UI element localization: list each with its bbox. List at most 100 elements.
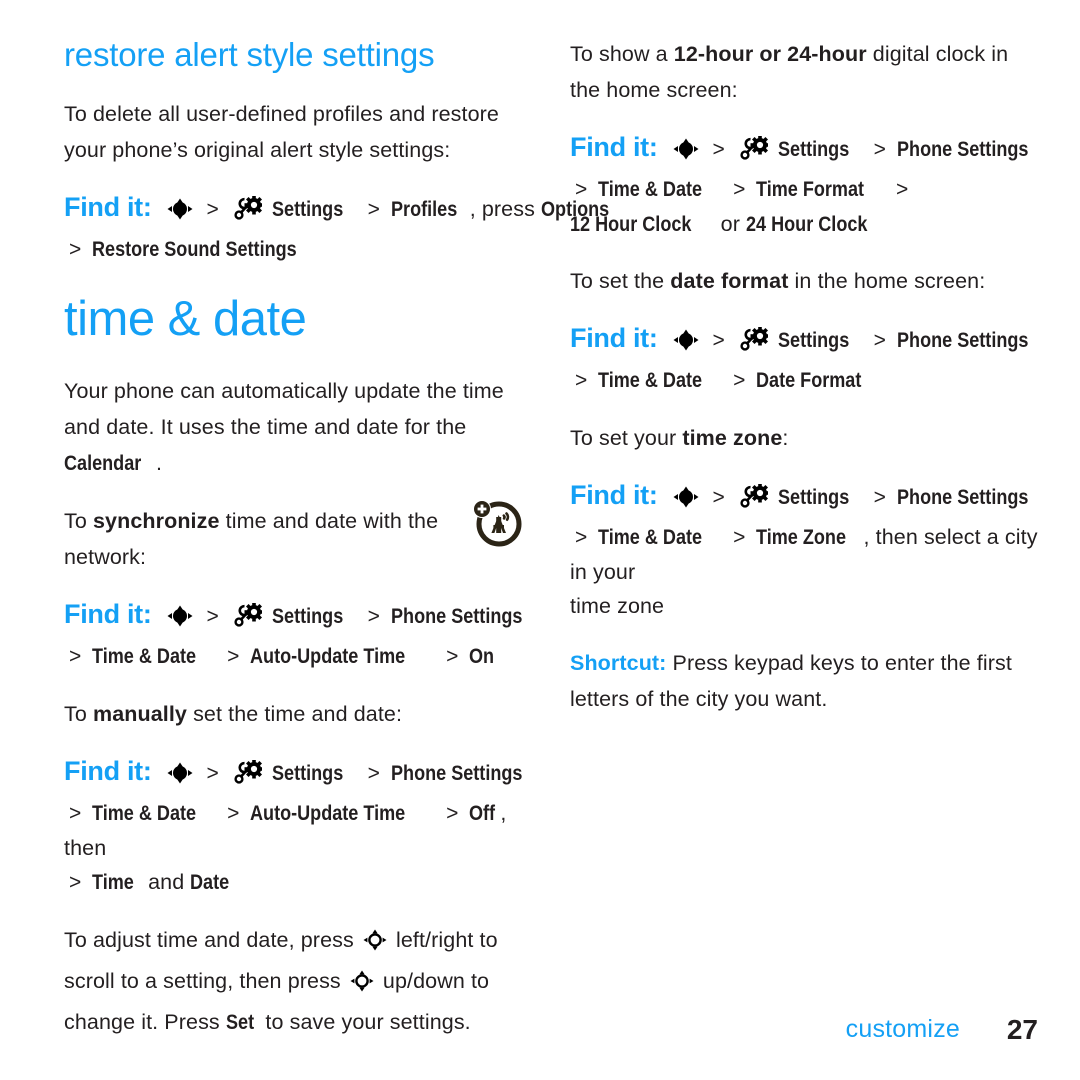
date-fmt-after: in the home screen:	[788, 269, 986, 293]
menu-date-format: Date Format	[756, 368, 862, 392]
menu-profiles: Profiles	[390, 196, 458, 221]
find-it-line-2: > Time & Date > Time Format > 12 Hour Cl…	[570, 172, 1040, 241]
clock-line-2: the home screen:	[570, 78, 738, 102]
find-it-block-auto-update-off: Find it: > Settings > Phone Settings > T…	[64, 754, 522, 900]
separator-3: >	[69, 644, 82, 668]
menu-12-hour-clock: 12 Hour Clock	[570, 212, 692, 236]
separator-4: >	[733, 369, 746, 392]
right-column: To show a 12-hour or 24-hour digital clo…	[570, 36, 1040, 739]
nav-key-icon	[166, 604, 194, 638]
time-zone-continuation: time zone	[570, 594, 665, 618]
separator-3: >	[69, 801, 82, 825]
menu-phone-settings: Phone Settings	[390, 603, 523, 628]
auto-update-paragraph: Your phone can automatically update the …	[64, 373, 514, 481]
find-it-line-2: > Time & Date > Auto-Update Time > Off, …	[64, 796, 514, 865]
menu-on: On	[469, 643, 495, 668]
auto-update-line-2: and date. It uses the time and date for …	[64, 414, 467, 439]
intro-paragraph: To delete all user-defined profiles and …	[64, 96, 514, 168]
press-text: , press	[469, 196, 542, 221]
menu-settings: Settings	[271, 760, 344, 785]
find-it-line-3: time zone	[570, 589, 1040, 623]
menu-phone-settings: Phone Settings	[896, 328, 1029, 352]
sync-line-2: network:	[64, 544, 147, 569]
find-it-label: Find it:	[570, 132, 658, 162]
manually-after: set the time and date:	[187, 701, 403, 726]
manually-paragraph: To manually set the time and date:	[64, 696, 514, 732]
time-zone-paragraph: To set your time zone:	[570, 420, 1040, 456]
footer-chapter-name: customize	[845, 1015, 960, 1043]
find-it-line-2: > Time & Date > Auto-Update Time > On	[64, 639, 514, 674]
intro-line-2: your phone’s original alert style settin…	[64, 137, 451, 162]
separator-3: >	[575, 178, 588, 201]
settings-wrench-gear-icon	[738, 483, 770, 520]
tz-after: :	[782, 426, 789, 450]
menu-calendar: Calendar	[64, 450, 142, 475]
chapter-heading: time & date	[64, 291, 307, 346]
menu-time: Time	[92, 869, 135, 894]
separator-1: >	[712, 138, 725, 161]
auto-update-line-1: Your phone can automatically update the …	[64, 378, 504, 403]
menu-24-hour-clock: 24 Hour Clock	[746, 212, 868, 236]
clock-format-paragraph: To show a 12-hour or 24-hour digital clo…	[570, 36, 1040, 108]
separator-4: >	[227, 644, 240, 668]
separator-5: >	[895, 178, 909, 201]
nav-key-icon	[672, 485, 700, 519]
nav-key-icon	[672, 137, 700, 171]
menu-time-format: Time Format	[756, 177, 865, 201]
settings-wrench-gear-icon	[738, 326, 770, 363]
separator-5: >	[446, 801, 459, 825]
menu-date: Date	[190, 869, 230, 894]
find-it-line-2: > Time & Date > Date Format	[570, 363, 1040, 398]
separator-1: >	[712, 329, 725, 352]
menu-time-and-date: Time & Date	[598, 177, 703, 201]
footer-page-number: 27	[1006, 1014, 1038, 1045]
menu-time-and-date: Time & Date	[92, 643, 197, 668]
date-fmt-bold: date format	[670, 269, 789, 293]
find-it-line-1: Find it: >	[570, 321, 1040, 363]
nav-key-outline-icon	[349, 968, 375, 1004]
and-text: and	[142, 869, 191, 894]
find-it-line-1: Find it: >	[64, 597, 522, 639]
find-it-block-time-zone: Find it: > Settings > Phone Settings > T…	[570, 478, 1040, 623]
nav-key-icon	[166, 197, 194, 231]
menu-auto-update-time: Auto-Update Time	[250, 643, 406, 668]
settings-wrench-gear-icon	[232, 759, 264, 796]
menu-settings: Settings	[777, 328, 850, 352]
menu-settings: Settings	[777, 485, 850, 509]
menu-restore-sound-settings: Restore Sound Settings	[92, 236, 297, 261]
manually-bold: manually	[92, 701, 187, 726]
shortcut-text-2: letters of the city you want.	[570, 687, 828, 711]
sync-after: time and date with the	[219, 508, 439, 533]
separator-5: >	[446, 644, 459, 668]
separator-1: >	[206, 761, 219, 785]
find-it-label: Find it:	[570, 323, 658, 353]
find-it-block-date-format: Find it: > Settings > Phone Settings > T…	[570, 321, 1040, 398]
synchronize-paragraph: To synchronize time and date with the ne…	[64, 503, 514, 575]
separator-6: >	[69, 870, 82, 894]
separator-2: >	[367, 197, 380, 221]
calendar-period: .	[156, 450, 163, 475]
separator-2: >	[367, 761, 380, 785]
clock-bold: 12-hour or 24-hour	[673, 42, 867, 66]
menu-phone-settings: Phone Settings	[390, 760, 523, 785]
separator-1: >	[712, 486, 725, 509]
manual-page: restore alert style settings To delete a…	[0, 0, 1080, 1080]
find-it-block-time-format: Find it: > Settings > Phone Settings > T…	[570, 130, 1040, 241]
date-format-paragraph: To set the date format in the home scree…	[570, 263, 1040, 299]
menu-time-zone: Time Zone	[756, 525, 847, 549]
menu-time-and-date: Time & Date	[598, 368, 703, 392]
find-it-label: Find it:	[64, 598, 152, 629]
manually-before: To	[64, 701, 93, 726]
find-it-label: Find it:	[64, 755, 152, 786]
separator-3: >	[575, 369, 588, 392]
clock-before: To show a	[570, 42, 674, 66]
network-tower-plus-icon	[470, 495, 524, 549]
page-footer: customize 27	[0, 1008, 1080, 1048]
find-it-block-restore-sound: Find it: > Settings > Profiles , press O…	[64, 190, 609, 267]
section-heading: restore alert style settings	[64, 36, 435, 73]
or-text: or	[714, 212, 747, 236]
find-it-line-1: Find it: >	[64, 754, 522, 796]
nav-key-icon	[166, 761, 194, 795]
find-it-line-3: > Time and Date	[64, 865, 514, 900]
menu-settings: Settings	[271, 196, 344, 221]
